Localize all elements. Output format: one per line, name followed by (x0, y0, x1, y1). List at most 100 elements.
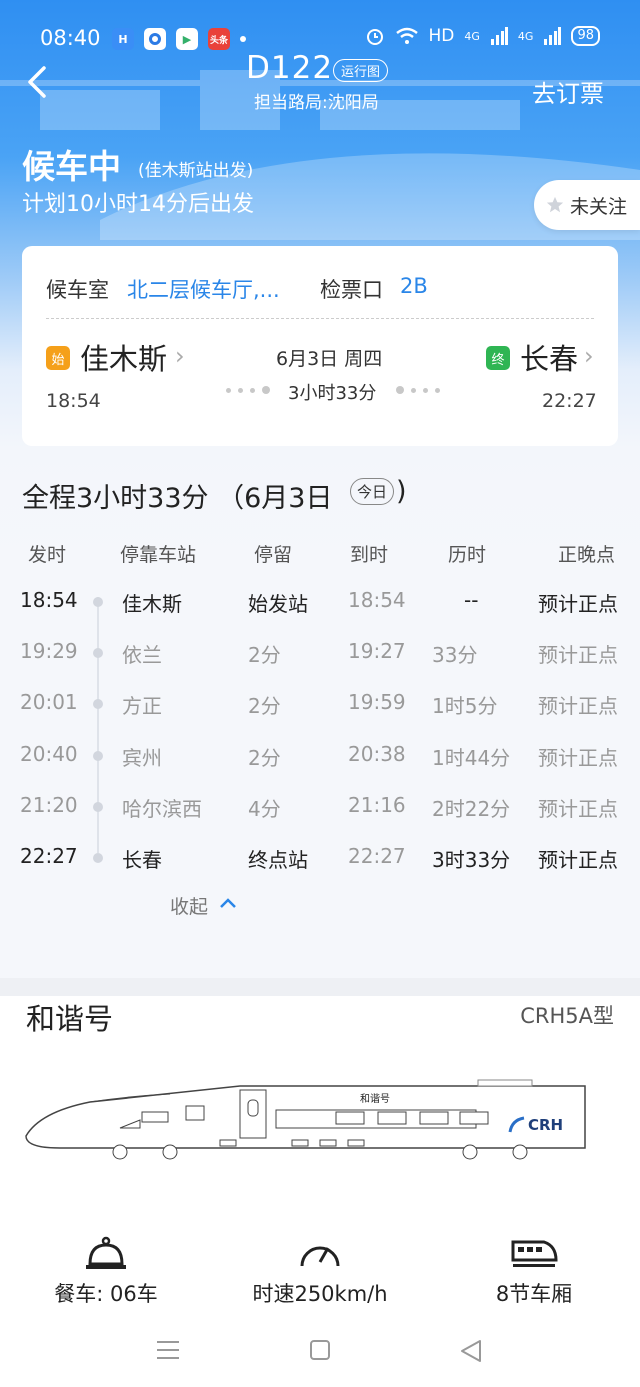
travel-duration: 3小时33分 (288, 383, 377, 404)
stop-row[interactable]: 20:01 方正 2分 19:59 1时5分 预计正点 (0, 684, 640, 724)
station-name: 宾州 (122, 746, 162, 770)
destination-time: 22:27 (542, 390, 597, 412)
waiting-room-label: 候车室 (46, 278, 109, 302)
arrive-time: 19:59 (348, 690, 406, 714)
header-depart: 发时 (28, 544, 67, 566)
crh-logo: CRH (528, 1116, 563, 1134)
train-model: CRH5A型 (520, 1004, 614, 1028)
gate-label: 检票口 (320, 278, 383, 302)
toutiao-app-icon: 头条 (208, 28, 230, 50)
elapsed-time: 2时22分 (432, 797, 511, 821)
run-map-button[interactable]: 运行图 (333, 59, 389, 82)
stop-row[interactable]: 22:27 长春 终点站 22:27 3时33分 预计正点 (0, 838, 640, 878)
elapsed-time: -- (464, 588, 479, 612)
section-divider (0, 978, 640, 996)
signal-1-icon (490, 27, 508, 45)
stop-duration: 始发站 (248, 592, 308, 616)
punctuality-status: 预计正点 (538, 746, 618, 770)
follow-label: 未关注 (570, 195, 628, 218)
route-node (93, 699, 103, 709)
origin-station[interactable]: 佳木斯 (80, 336, 167, 378)
speed-label: 时速250km/h (252, 1282, 388, 1306)
back-arrow-icon[interactable] (20, 60, 60, 104)
train-illustration: 和谐号 CRH (25, 1079, 586, 1160)
elapsed-time: 3时33分 (432, 848, 511, 872)
station-name: 长春 (122, 848, 162, 872)
home-icon[interactable] (308, 1338, 332, 1362)
elapsed-time: 33分 (432, 643, 478, 667)
chevron-up-icon[interactable] (218, 893, 238, 913)
stop-row[interactable]: 18:54 佳木斯 始发站 18:54 -- 预计正点 (0, 582, 640, 622)
punctuality-status: 预计正点 (538, 797, 618, 821)
waiting-room-value[interactable]: 北二层候车厅,... (127, 274, 280, 304)
route-node (93, 597, 103, 607)
punctuality-status: 预计正点 (538, 643, 618, 667)
dining-car-label: 餐车: 06车 (54, 1282, 158, 1306)
more-dot-icon (240, 36, 246, 42)
header-punctuality: 正晚点 (558, 544, 616, 566)
station-name: 哈尔滨西 (122, 797, 202, 821)
train-series: 和谐号 (26, 1002, 114, 1036)
station-name: 方正 (122, 694, 162, 718)
punctuality-status: 预计正点 (538, 848, 618, 872)
origin-chevron-icon: › (175, 342, 185, 370)
follow-button[interactable]: 未关注 (534, 180, 640, 230)
book-ticket-button[interactable]: 去订票 (532, 74, 604, 109)
notification-icons: H ▶ 头条 (112, 28, 246, 50)
depart-time: 21:20 (20, 793, 78, 817)
livery-text: 和谐号 (360, 1093, 390, 1105)
elapsed-time: 1时44分 (432, 746, 511, 770)
dots-right (396, 386, 440, 394)
trip-card: 候车室 北二层候车厅,... 检票口 2B 始 佳木斯 › 18:54 6月3日… (22, 246, 618, 446)
depart-time: 20:40 (20, 742, 78, 766)
route-node (93, 751, 103, 761)
dots-left (226, 386, 270, 394)
departure-station-note: (佳木斯站出发) (138, 161, 254, 181)
h-app-icon: H (112, 28, 134, 50)
travel-date: 6月3日 周四 (276, 348, 383, 370)
stop-row[interactable]: 19:29 依兰 2分 19:27 33分 预计正点 (0, 633, 640, 673)
depart-time: 19:29 (20, 639, 78, 663)
back-triangle-icon[interactable] (458, 1338, 484, 1364)
star-icon (546, 196, 564, 213)
stop-row[interactable]: 20:40 宾州 2分 20:38 1时44分 预计正点 (0, 736, 640, 776)
hd-indicator: HD (428, 26, 455, 46)
wifi-icon (395, 27, 418, 44)
destination-badge: 终 (486, 346, 510, 370)
gate-value: 2B (400, 274, 428, 298)
origin-badge: 始 (46, 346, 70, 370)
speed-feature: 时速250km/h (220, 1236, 420, 1308)
stop-row[interactable]: 21:20 哈尔滨西 4分 21:16 2时22分 预计正点 (0, 787, 640, 827)
arrive-time: 22:27 (348, 844, 406, 868)
signal-2-label: 4G (517, 29, 534, 43)
arrive-time: 21:16 (348, 793, 406, 817)
signal-2-icon (544, 27, 562, 45)
arrive-time: 20:38 (348, 742, 406, 766)
train-number: D122 (246, 50, 334, 86)
today-chip: 今日 (350, 478, 395, 505)
arrive-time: 18:54 (348, 588, 406, 612)
alarm-icon (366, 29, 383, 45)
elapsed-time: 1时5分 (432, 694, 498, 718)
dining-car-feature: 餐车: 06车 (6, 1236, 206, 1308)
stop-duration: 2分 (248, 694, 281, 718)
destination-station[interactable]: 长春 (520, 336, 578, 378)
stop-duration: 终点站 (248, 848, 308, 872)
total-duration-close: ) (396, 476, 407, 507)
total-duration: 全程3小时33分 （6月3日 (22, 483, 333, 514)
system-icons: HD 4G 4G 98 (365, 26, 600, 46)
car-count-label: 8节车厢 (495, 1282, 573, 1306)
collapse-button[interactable]: 收起 (170, 892, 208, 919)
play-app-icon: ▶ (176, 28, 198, 50)
circle-app-icon (144, 28, 166, 50)
header-elapsed: 历时 (448, 544, 487, 566)
train-status: 候车中 (22, 147, 121, 186)
punctuality-status: 预计正点 (538, 694, 618, 718)
menu-icon[interactable] (155, 1338, 181, 1362)
railway-bureau: 担当路局:沈阳局 (254, 93, 379, 113)
route-node (93, 648, 103, 658)
origin-time: 18:54 (46, 390, 101, 412)
stop-duration: 4分 (248, 797, 281, 821)
stop-duration: 2分 (248, 746, 281, 770)
route-node (93, 853, 103, 863)
